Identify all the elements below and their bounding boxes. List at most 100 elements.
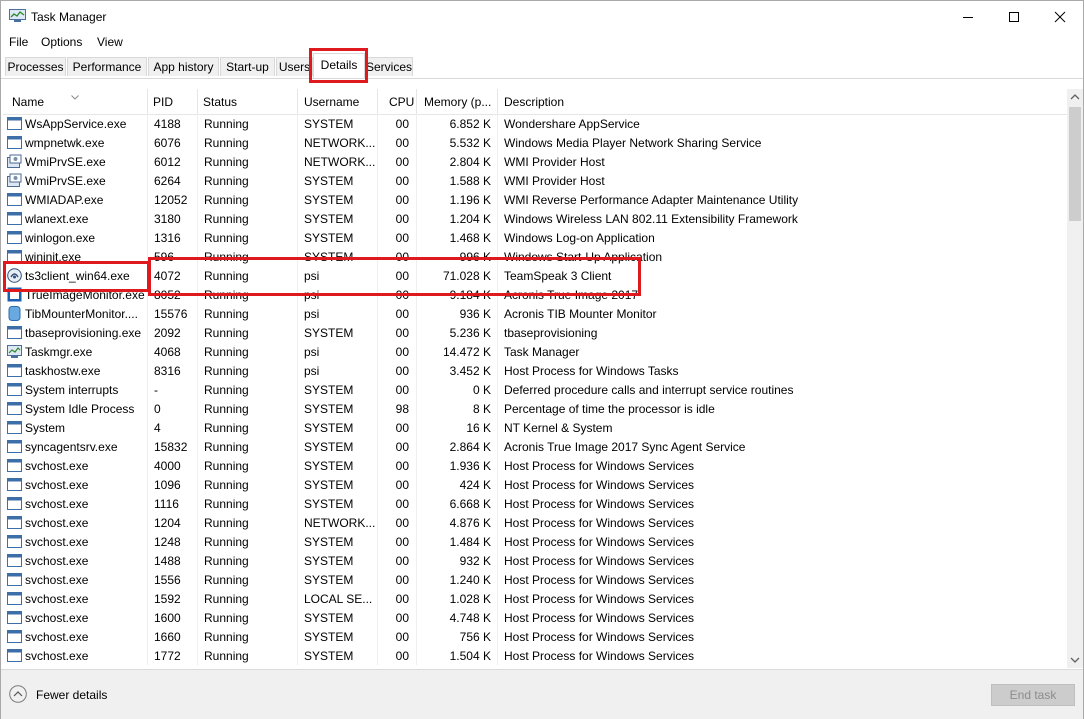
menu-bar: File Options View (1, 32, 1083, 52)
close-button[interactable] (1037, 1, 1083, 32)
table-row[interactable]: svchost.exe 1660 Running SYSTEM 00 756 K Host … (3, 627, 1067, 646)
table-row[interactable]: svchost.exe 4000 Running SYSTEM 00 1.936 K Hos… (3, 456, 1067, 475)
table-row[interactable]: svchost.exe 1592 Running LOCAL SE... 00 1.028… (3, 589, 1067, 608)
menu-options[interactable]: Options (41, 35, 82, 49)
column-username[interactable]: Username (304, 95, 359, 109)
column-divider (297, 304, 298, 323)
table-row[interactable]: svchost.exe 1772 Running SYSTEM 00 1.504 K Hos… (3, 646, 1067, 665)
tab-app-history[interactable]: App history (148, 57, 219, 76)
table-row[interactable]: winlogon.exe 1316 Running SYSTEM 00 1.468 K Wi… (3, 228, 1067, 247)
process-cpu: 00 (395, 345, 409, 359)
table-row[interactable]: ts3client_win64.exe 4072 Running psi 00 71.02… (3, 266, 1067, 285)
process-username: NETWORK... (304, 136, 376, 150)
column-memory[interactable]: Memory (p... (424, 95, 491, 109)
app-icon (7, 135, 22, 150)
column-status[interactable]: Status (203, 95, 237, 109)
table-row[interactable]: wlanext.exe 3180 Running SYSTEM 00 1.204 K Win… (3, 209, 1067, 228)
column-divider (147, 171, 148, 190)
wmi-icon (7, 154, 22, 169)
table-row[interactable]: WmiPrvSE.exe 6012 Running NETWORK... 00 2.804… (3, 152, 1067, 171)
column-divider (497, 418, 498, 437)
column-description[interactable]: Description (504, 95, 564, 109)
tab-processes[interactable]: Processes (5, 57, 66, 76)
table-row[interactable]: svchost.exe 1556 Running SYSTEM 00 1.240 K Hos… (3, 570, 1067, 589)
fewer-details-chevron-icon[interactable] (9, 685, 27, 703)
column-divider (416, 399, 417, 418)
table-row[interactable]: svchost.exe 1116 Running SYSTEM 00 6.668 K Hos… (3, 494, 1067, 513)
table-row[interactable]: WmiPrvSE.exe 6264 Running SYSTEM 00 1.588 K WM… (3, 171, 1067, 190)
tab-users[interactable]: Users (276, 57, 313, 76)
column-divider[interactable] (416, 89, 417, 114)
column-name[interactable]: Name (12, 95, 44, 109)
column-divider (197, 494, 198, 513)
process-username: SYSTEM (304, 649, 354, 663)
column-divider (497, 627, 498, 646)
table-row[interactable]: syncagentsrv.exe 15832 Running SYSTEM 00 2.86… (3, 437, 1067, 456)
table-row[interactable]: WMIADAP.exe 12052 Running SYSTEM 00 1.196 K WM… (3, 190, 1067, 209)
table-row[interactable]: svchost.exe 1600 Running SYSTEM 00 4.748 K Hos… (3, 608, 1067, 627)
process-cpu: 00 (395, 288, 409, 302)
tab-services[interactable]: Services (365, 57, 413, 76)
process-pid: 1772 (154, 649, 181, 663)
process-cpu: 98 (395, 402, 409, 416)
table-row[interactable]: System interrupts - Running SYSTEM 00 0 K Defe… (3, 380, 1067, 399)
column-pid[interactable]: PID (153, 95, 173, 109)
process-name: svchost.exe (25, 573, 89, 587)
table-row[interactable]: TrueImageMonitor.exe 8052 Running psi 00 9.18… (3, 285, 1067, 304)
table-row[interactable]: taskhostw.exe 8316 Running psi 00 3.452 K Host… (3, 361, 1067, 380)
column-divider (147, 494, 148, 513)
scroll-down-button[interactable] (1067, 651, 1083, 668)
column-divider[interactable] (297, 89, 298, 114)
column-divider (197, 342, 198, 361)
tab-performance[interactable]: Performance (67, 57, 147, 76)
process-cpu: 00 (395, 364, 409, 378)
process-name: taskhostw.exe (25, 364, 101, 378)
tab-details[interactable]: Details (313, 53, 365, 78)
process-name: System interrupts (25, 383, 119, 397)
table-row[interactable]: TibMounterMonitor.... 15576 Running psi 00 93… (3, 304, 1067, 323)
end-task-button[interactable]: End task (991, 684, 1075, 706)
app-icon (7, 249, 22, 264)
column-divider[interactable] (377, 89, 378, 114)
chevron-up-icon (1070, 94, 1080, 100)
process-pid: 2092 (154, 326, 181, 340)
process-memory: 9.184 K (449, 288, 491, 302)
fewer-details-link[interactable]: Fewer details (36, 688, 107, 702)
title-bar[interactable]: Task Manager (1, 1, 1083, 32)
scroll-up-button[interactable] (1067, 89, 1083, 106)
table-row[interactable]: System Idle Process 0 Running SYSTEM 98 8 K Pe… (3, 399, 1067, 418)
column-divider[interactable] (197, 89, 198, 114)
process-name: syncagentsrv.exe (25, 440, 118, 454)
minimize-button[interactable] (945, 1, 991, 32)
process-memory: 71.028 K (442, 269, 491, 283)
table-row[interactable]: WsAppService.exe 4188 Running SYSTEM 00 6.852… (3, 114, 1067, 133)
table-row[interactable]: svchost.exe 1204 Running NETWORK... 00 4.876 … (3, 513, 1067, 532)
column-divider (297, 399, 298, 418)
vertical-scrollbar[interactable] (1067, 89, 1083, 668)
table-row[interactable]: System 4 Running SYSTEM 00 16 K NT Kernel & Sy… (3, 418, 1067, 437)
app-icon (7, 572, 22, 587)
table-row[interactable]: Taskmgr.exe 4068 Running psi 00 14.472 K Task … (3, 342, 1067, 361)
process-name: svchost.exe (25, 535, 89, 549)
table-row[interactable]: wmpnetwk.exe 6076 Running NETWORK... 00 5.532… (3, 133, 1067, 152)
menu-view[interactable]: View (97, 35, 123, 49)
column-divider (147, 513, 148, 532)
column-divider (377, 646, 378, 665)
column-divider[interactable] (497, 89, 498, 114)
table-row[interactable]: svchost.exe 1488 Running SYSTEM 00 932 K Host … (3, 551, 1067, 570)
process-username: psi (304, 307, 320, 321)
column-divider (147, 247, 148, 266)
maximize-button[interactable] (991, 1, 1037, 32)
table-row[interactable]: svchost.exe 1248 Running SYSTEM 00 1.484 K Hos… (3, 532, 1067, 551)
table-row[interactable]: wininit.exe 596 Running SYSTEM 00 996 K Window… (3, 247, 1067, 266)
scroll-thumb[interactable] (1069, 107, 1081, 221)
column-divider (377, 456, 378, 475)
window-title: Task Manager (31, 10, 107, 24)
process-memory: 1.240 K (449, 573, 491, 587)
column-divider[interactable] (147, 89, 148, 114)
menu-file[interactable]: File (9, 35, 28, 49)
table-row[interactable]: svchost.exe 1096 Running SYSTEM 00 424 K Host … (3, 475, 1067, 494)
column-cpu[interactable]: CPU (389, 95, 414, 109)
table-row[interactable]: tbaseprovisioning.exe 2092 Running SYSTEM 00… (3, 323, 1067, 342)
tab-start-up[interactable]: Start-up (220, 57, 275, 76)
